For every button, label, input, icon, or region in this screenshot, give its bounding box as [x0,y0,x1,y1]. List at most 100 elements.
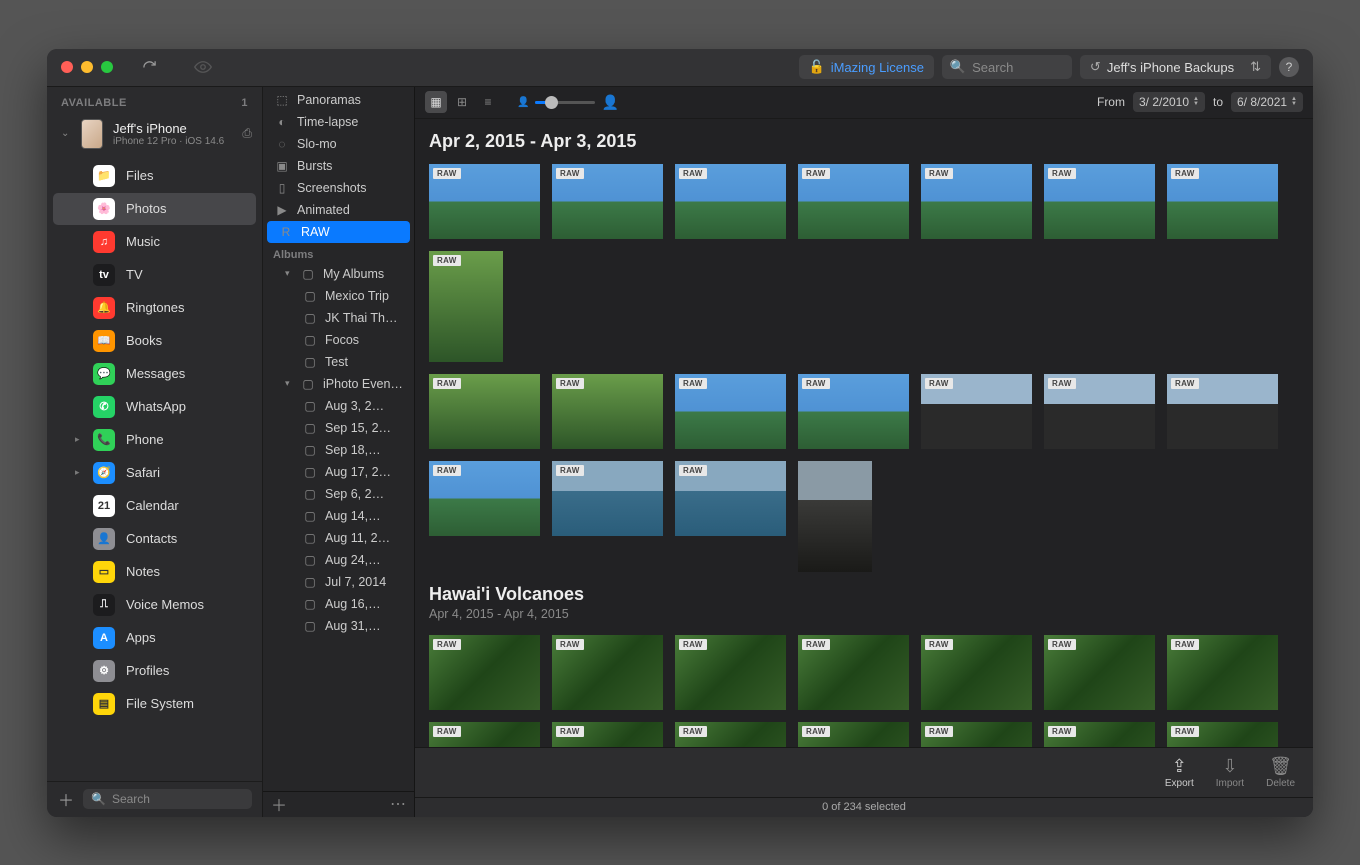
export-button[interactable]: ⇪Export [1165,756,1194,789]
sidebar-item-messages[interactable]: 💬Messages [53,358,256,390]
photo-thumbnail[interactable]: RAW [798,722,909,747]
sidebar-item-files[interactable]: 📁Files [53,160,256,192]
midbar-more-button[interactable]: ⋯ [390,794,406,814]
license-button[interactable]: 🔓 iMazing License [799,55,934,79]
photo-thumbnail[interactable]: RAW [1044,374,1155,449]
photo-thumbnail[interactable]: RAW [552,461,663,536]
sidebar-item-tv[interactable]: tvTV [53,259,256,291]
photo-thumbnail[interactable]: RAW [1167,722,1278,747]
app-icon: 📖 [93,330,115,352]
help-button[interactable]: ? [1279,57,1299,77]
photo-thumbnail[interactable]: RAW [921,164,1032,239]
photo-thumbnail[interactable]: RAW [921,722,1032,747]
photo-thumbnail[interactable]: RAW [675,635,786,710]
album-item[interactable]: ▢Aug 24,… [263,549,414,571]
device-row[interactable]: ⌄ Jeff's iPhone iPhone 12 Pro · iOS 14.6… [47,113,262,159]
album-item[interactable]: ▢Focos [263,329,414,351]
photo-thumbnail[interactable]: RAW [552,635,663,710]
visibility-button[interactable] [189,55,217,79]
photo-thumbnail[interactable]: RAW [552,722,663,747]
album-item[interactable]: ▢Sep 6, 2… [263,483,414,505]
smart-album-slo-mo[interactable]: ◌Slo-mo [263,133,414,155]
sidebar-item-apps[interactable]: AApps [53,622,256,654]
album-item[interactable]: ▢Aug 17, 2… [263,461,414,483]
album-item[interactable]: ▢Sep 18,… [263,439,414,461]
close-button[interactable] [61,61,73,73]
smart-album-raw[interactable]: RRAW [267,221,410,243]
sidebar-item-photos[interactable]: 🌸Photos [53,193,256,225]
photo-thumbnail[interactable]: RAW [675,722,786,747]
album-item[interactable]: ▢Mexico Trip [263,285,414,307]
photo-thumbnail[interactable]: RAW [921,374,1032,449]
album-item[interactable]: ▢Test [263,351,414,373]
refresh-button[interactable] [135,55,163,79]
sidebar-item-books[interactable]: 📖Books [53,325,256,357]
photo-thumbnail[interactable]: RAW [429,635,540,710]
sidebar-search[interactable]: 🔍 Search [83,789,252,809]
sidebar-item-voice-memos[interactable]: ⎍Voice Memos [53,589,256,621]
grid-view-button[interactable]: ▦ [425,91,447,113]
smart-album-bursts[interactable]: ▣Bursts [263,155,414,177]
photo-thumbnail[interactable]: RAW [429,722,540,747]
photo-thumbnail[interactable]: RAW [1044,164,1155,239]
photo-thumbnail[interactable]: RAW [1167,374,1278,449]
album-item[interactable]: ▾▢iPhoto Even… [263,373,414,395]
album-item[interactable]: ▢Aug 16,… [263,593,414,615]
minimize-button[interactable] [81,61,93,73]
photo-thumbnail[interactable]: RAW [1167,635,1278,710]
zoom-button[interactable] [101,61,113,73]
photo-thumbnail[interactable]: RAW [429,164,540,239]
sidebar-item-contacts[interactable]: 👤Contacts [53,523,256,555]
to-date-input[interactable]: 6/ 8/2021 ▲▼ [1231,92,1303,112]
backups-button[interactable]: ↺ Jeff's iPhone Backups ⇅ [1080,55,1271,79]
sidebar-item-safari[interactable]: ▸🧭Safari [53,457,256,489]
stepper-icon[interactable]: ▲▼ [1291,97,1297,107]
photo-thumbnail[interactable]: RAW [1167,164,1278,239]
sidebar-item-notes[interactable]: ▭Notes [53,556,256,588]
album-item[interactable]: ▢Aug 3, 2… [263,395,414,417]
album-item[interactable]: ▾▢My Albums [263,263,414,285]
smart-album-panoramas[interactable]: ⬚Panoramas [263,89,414,111]
album-item[interactable]: ▢Aug 11, 2… [263,527,414,549]
album-item[interactable]: ▢Jul 7, 2014 [263,571,414,593]
album-item[interactable]: ▢Aug 14,… [263,505,414,527]
add-button[interactable]: ＋ [57,787,75,811]
photo-thumbnail[interactable]: RAW [798,635,909,710]
from-date-input[interactable]: 3/ 2/2010 ▲▼ [1133,92,1205,112]
photo-thumbnail[interactable] [798,461,872,572]
search-input[interactable]: 🔍 Search [942,55,1072,79]
photo-thumbnail[interactable]: RAW [798,374,909,449]
album-item[interactable]: ▢Sep 15, 2… [263,417,414,439]
smart-album-animated[interactable]: ▶Animated [263,199,414,221]
list-view-button[interactable]: ≡ [477,91,499,113]
folder-icon: ▢ [303,509,317,523]
album-item[interactable]: ▢Aug 31,… [263,615,414,637]
photo-thumbnail[interactable]: RAW [429,461,540,536]
sidebar-item-whatsapp[interactable]: ✆WhatsApp [53,391,256,423]
sidebar-item-music[interactable]: ♫Music [53,226,256,258]
mosaic-view-button[interactable]: ⊞ [451,91,473,113]
photo-thumbnail[interactable]: RAW [921,635,1032,710]
photo-thumbnail[interactable]: RAW [552,164,663,239]
photo-thumbnail[interactable]: RAW [798,164,909,239]
sidebar-item-phone[interactable]: ▸📞Phone [53,424,256,456]
photo-thumbnail[interactable]: RAW [675,461,786,536]
sidebar-item-ringtones[interactable]: 🔔Ringtones [53,292,256,324]
thumbnail-size-slider[interactable]: 👤 👤 [517,94,619,111]
photo-thumbnail[interactable]: RAW [1044,635,1155,710]
photo-thumbnail[interactable]: RAW [552,374,663,449]
photo-thumbnail[interactable]: RAW [675,374,786,449]
sidebar-item-calendar[interactable]: 21Calendar [53,490,256,522]
photo-thumbnail[interactable]: RAW [429,251,503,362]
album-item[interactable]: ▢JK Thai Th… [263,307,414,329]
sidebar-item-profiles[interactable]: ⚙Profiles [53,655,256,687]
stepper-icon[interactable]: ▲▼ [1193,97,1199,107]
photo-thumbnail[interactable]: RAW [429,374,540,449]
add-album-button[interactable]: ＋ [271,792,287,816]
photo-thumbnail[interactable]: RAW [1044,722,1155,747]
smart-album-screenshots[interactable]: ▯Screenshots [263,177,414,199]
sidebar-item-file-system[interactable]: ▤File System [53,688,256,720]
smart-album-time-lapse[interactable]: ◐Time-lapse [263,111,414,133]
photo-grid[interactable]: Apr 2, 2015 - Apr 3, 2015RAWRAWRAWRAWRAW… [415,119,1313,747]
photo-thumbnail[interactable]: RAW [675,164,786,239]
